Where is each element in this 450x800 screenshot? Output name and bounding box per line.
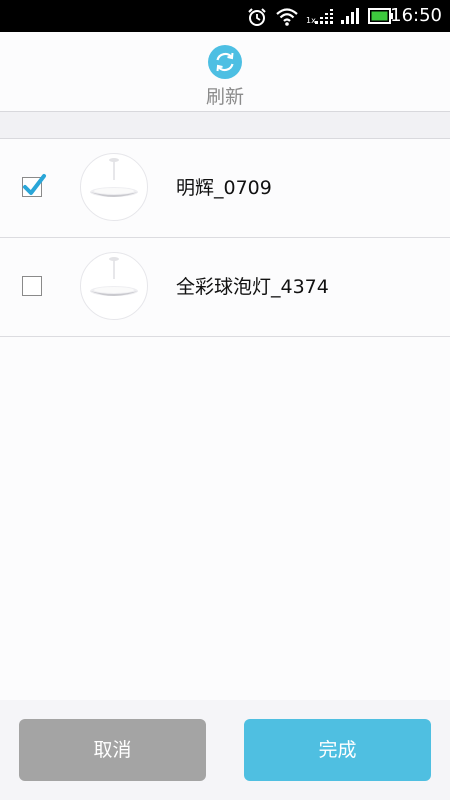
checkmark-icon — [23, 174, 46, 195]
refresh-icon — [216, 52, 234, 72]
pendant-lamp-icon — [90, 257, 138, 296]
device-row[interactable]: 明辉_0709 — [0, 139, 450, 238]
device-name: 全彩球泡灯_4374 — [176, 276, 329, 298]
screen: 1x 16:50 刷新 明辉_0709 全彩球泡灯_4374 取消 完成 — [0, 0, 450, 800]
device-checkbox-checked[interactable] — [22, 174, 46, 197]
section-spacer — [0, 112, 450, 138]
refresh-icon-badge — [208, 45, 242, 79]
device-name: 明辉_0709 — [176, 177, 272, 199]
device-checkbox-unchecked[interactable] — [22, 276, 42, 296]
wifi-icon — [276, 8, 298, 26]
cancel-button[interactable]: 取消 — [19, 719, 206, 781]
done-button[interactable]: 完成 — [244, 719, 431, 781]
status-time: 16:50 — [390, 5, 442, 26]
refresh-label: 刷新 — [205, 86, 244, 108]
device-list: 明辉_0709 全彩球泡灯_4374 — [0, 139, 450, 337]
header: 刷新 — [0, 32, 450, 112]
refresh-button[interactable]: 刷新 — [185, 42, 265, 108]
status-bar: 1x 16:50 — [0, 0, 450, 32]
device-row[interactable]: 全彩球泡灯_4374 — [0, 238, 450, 337]
device-thumbnail — [80, 252, 148, 320]
signal-icon — [341, 8, 359, 24]
signal-1x-icon — [315, 9, 333, 24]
footer-bar: 取消 完成 — [0, 700, 450, 800]
pendant-lamp-icon — [90, 158, 138, 197]
alarm-icon — [248, 8, 266, 26]
device-thumbnail — [80, 153, 148, 221]
